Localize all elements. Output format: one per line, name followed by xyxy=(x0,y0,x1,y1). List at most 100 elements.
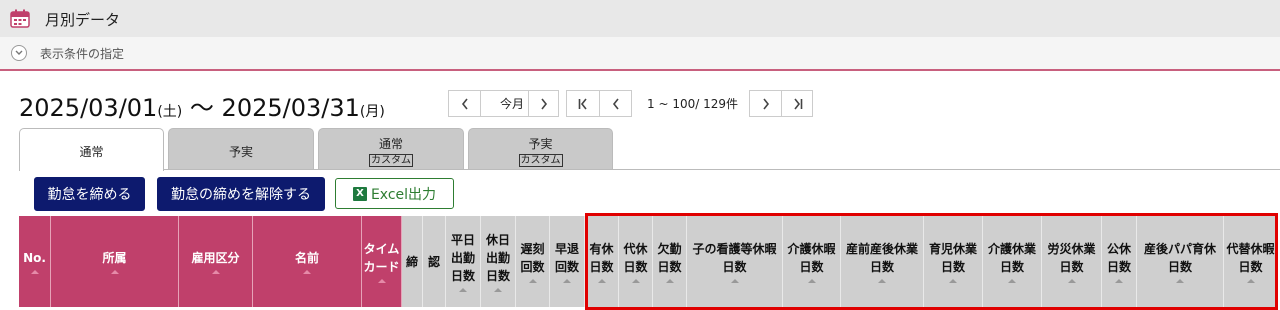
sort-arrow-icon[interactable] xyxy=(878,279,886,283)
end-weekday: (月) xyxy=(359,104,385,120)
sort-arrow-icon[interactable] xyxy=(597,279,606,283)
next-page-button[interactable] xyxy=(750,91,781,116)
tab-plan-actual-custom[interactable]: 予実 カスタム xyxy=(468,128,613,170)
last-page-icon xyxy=(793,98,802,109)
col-maternity-leave-days[interactable]: 産前産後休業 日数 xyxy=(841,216,924,307)
title-bar: 月別データ xyxy=(0,0,1280,37)
col-work-injury-leave-days[interactable]: 労災休業 日数 xyxy=(1042,216,1102,307)
sort-arrow-icon[interactable] xyxy=(1176,279,1184,283)
column-header-label: 日数 xyxy=(999,260,1024,274)
col-late-count[interactable]: 遅刻 回数 xyxy=(516,216,550,307)
sort-arrow-icon[interactable] xyxy=(1008,279,1016,283)
column-header-label: 日数 xyxy=(799,260,824,274)
next-month-button[interactable] xyxy=(528,91,559,116)
sort-arrow-icon[interactable] xyxy=(949,279,957,283)
column-header-label: 所属 xyxy=(102,251,127,265)
column-header-label: 日数 xyxy=(1106,260,1131,274)
chevron-left-icon xyxy=(612,98,619,109)
sort-arrow-icon[interactable] xyxy=(528,279,537,283)
sort-arrow-icon[interactable] xyxy=(563,279,571,283)
tab-normal[interactable]: 通常 xyxy=(19,128,164,171)
col-early-leave-count[interactable]: 早退 回数 xyxy=(550,216,585,307)
last-page-button[interactable] xyxy=(782,91,813,116)
prev-month-button[interactable] xyxy=(449,91,480,116)
column-header-label: 日数 xyxy=(1059,260,1084,274)
sort-arrow-icon[interactable] xyxy=(30,270,39,274)
sort-arrow-icon[interactable] xyxy=(303,270,311,274)
tab-divider xyxy=(164,169,1280,170)
sort-arrow-icon[interactable] xyxy=(665,279,674,283)
column-header-label: 産前産後休業 xyxy=(845,242,918,256)
column-header-label: 代休 xyxy=(623,242,648,256)
column-header-label: 早退 xyxy=(554,242,579,256)
sort-arrow-icon[interactable] xyxy=(1246,279,1255,283)
column-header-label: 日数 xyxy=(1238,260,1263,274)
tab-plan-actual[interactable]: 予実 xyxy=(168,128,314,170)
column-header-label: 出勤 xyxy=(450,251,475,265)
sort-arrow-icon[interactable] xyxy=(730,279,739,283)
column-header-label: 平日 xyxy=(450,233,475,247)
excel-icon: X xyxy=(352,186,367,201)
col-timecard[interactable]: タイム カード xyxy=(362,216,402,307)
chevron-down-icon[interactable] xyxy=(11,45,27,61)
close-attendance-button[interactable]: 勤怠を締める xyxy=(34,177,145,211)
unclose-attendance-button[interactable]: 勤怠の締めを解除する xyxy=(157,177,325,211)
col-child-care-leave-days[interactable]: 子の看護等休暇 日数 xyxy=(687,216,783,307)
column-header-label: 雇用区分 xyxy=(191,251,240,265)
first-page-icon xyxy=(578,98,587,109)
column-header-label: 日数 xyxy=(657,260,682,274)
record-pager-left xyxy=(566,90,632,117)
col-family-care-leave-days[interactable]: 介護休業 日数 xyxy=(983,216,1042,307)
custom-badge: カスタム xyxy=(369,154,413,167)
prev-page-button[interactable] xyxy=(600,91,631,116)
sort-arrow-icon[interactable] xyxy=(459,288,467,292)
col-paternity-leave-days[interactable]: 産後パパ育休 日数 xyxy=(1137,216,1224,307)
column-header-label: No. xyxy=(23,251,46,265)
sort-arrow-icon[interactable] xyxy=(377,279,386,283)
conditions-toggle-label[interactable]: 表示条件の指定 xyxy=(40,45,124,62)
sort-arrow-icon[interactable] xyxy=(110,270,119,274)
column-header-label: 遅刻 xyxy=(520,242,545,256)
page-title: 月別データ xyxy=(45,11,121,29)
column-header-label: カード xyxy=(363,260,400,274)
column-header-label: 育児休業 xyxy=(928,242,977,256)
column-header-label: 公休 xyxy=(1106,242,1131,256)
sort-arrow-icon[interactable] xyxy=(211,270,220,274)
col-no[interactable]: No. xyxy=(19,216,51,307)
excel-export-button[interactable]: X Excel出力 xyxy=(335,178,454,209)
record-pager-right xyxy=(749,90,813,117)
first-page-button[interactable] xyxy=(567,91,598,116)
col-substitute-leave-days[interactable]: 代替休暇 日数 xyxy=(1224,216,1278,307)
col-paid-leave-days[interactable]: 有休 日数 xyxy=(585,216,619,307)
column-header-label: 介護休暇 xyxy=(787,242,836,256)
col-childcare-leave-days[interactable]: 育児休業 日数 xyxy=(924,216,983,307)
record-range: 1 ~ 100/ 129件 xyxy=(647,97,738,111)
sort-arrow-icon[interactable] xyxy=(494,288,502,292)
col-nursing-care-leave-days[interactable]: 介護休暇 日数 xyxy=(783,216,841,307)
sort-arrow-icon[interactable] xyxy=(631,279,640,283)
tab-label: 予実 xyxy=(228,145,253,159)
tab-label: 通常 xyxy=(378,137,403,151)
sort-arrow-icon[interactable] xyxy=(1115,279,1123,283)
excel-export-label: Excel出力 xyxy=(370,186,437,203)
col-holiday-workdays[interactable]: 休日 出勤 日数 xyxy=(481,216,516,307)
sort-arrow-icon[interactable] xyxy=(807,279,816,283)
col-employment-type[interactable]: 雇用区分 xyxy=(179,216,253,307)
conditions-bar[interactable]: 表示条件の指定 xyxy=(0,37,1280,71)
sort-arrow-icon[interactable] xyxy=(1067,279,1076,283)
tab-normal-custom[interactable]: 通常 カスタム xyxy=(318,128,464,170)
tab-label: 予実 xyxy=(528,137,553,151)
column-header-label: 日数 xyxy=(1167,260,1192,274)
range-separator: ～ xyxy=(189,94,214,122)
col-approved: 認 xyxy=(423,216,446,307)
col-department[interactable]: 所属 xyxy=(51,216,179,307)
col-comp-leave-days[interactable]: 代休 日数 xyxy=(619,216,653,307)
col-name[interactable]: 名前 xyxy=(253,216,362,307)
col-absence-days[interactable]: 欠勤 日数 xyxy=(653,216,687,307)
column-header-label: 日数 xyxy=(589,260,614,274)
col-public-holiday-days[interactable]: 公休 日数 xyxy=(1102,216,1137,307)
column-header-label: 日数 xyxy=(623,260,648,274)
col-weekday-workdays[interactable]: 平日 出勤 日数 xyxy=(446,216,481,307)
start-date: 2025/03/01 xyxy=(19,94,158,122)
column-header-label: 締 xyxy=(405,254,418,269)
